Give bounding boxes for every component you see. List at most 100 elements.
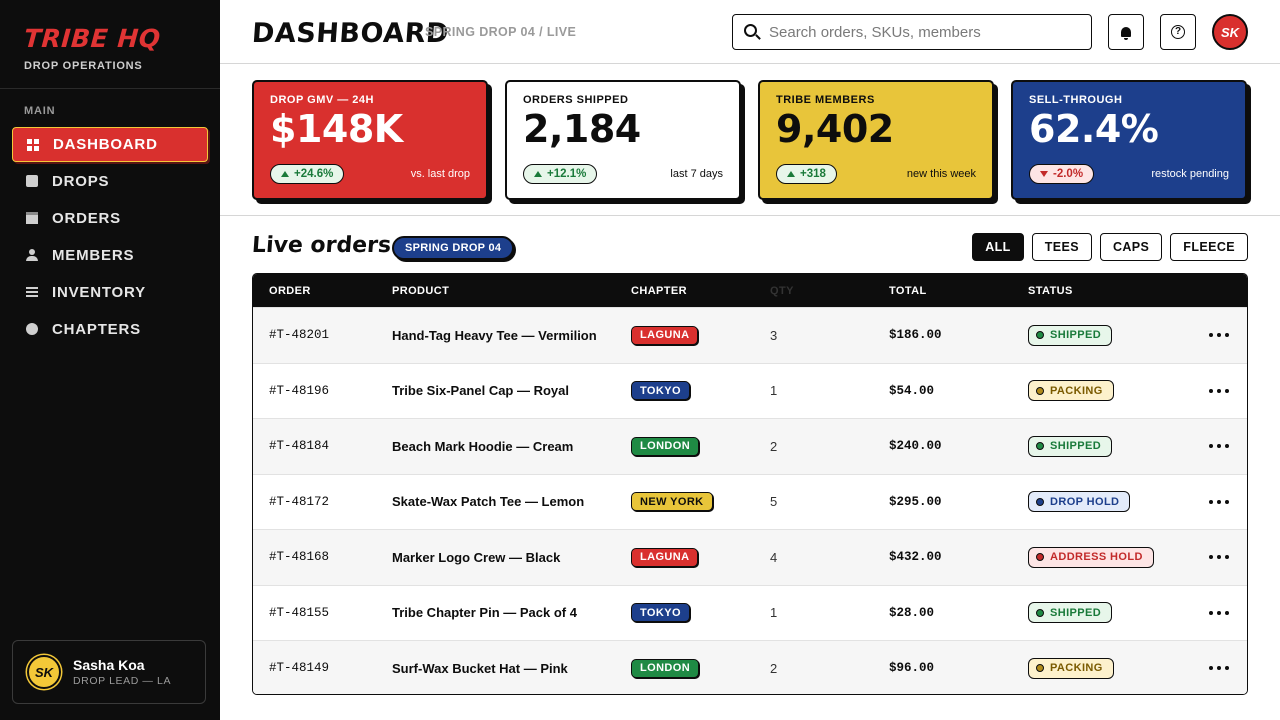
table-row[interactable]: #T-48196 Tribe Six-Panel Cap — Royal TOK… [253,362,1247,419]
status-label: SHIPPED [1050,440,1102,453]
product-name: Marker Logo Crew — Black [392,549,561,565]
kpi-card-orders-shipped[interactable]: ORDERS SHIPPED 2,184 +12.1% last 7 days [505,80,741,200]
order-total: $186.00 [889,328,942,343]
nav-section-label: MAIN [24,105,56,117]
quantity: 1 [770,605,778,621]
filter-all[interactable]: ALL [972,233,1024,261]
kpi-card-sell-through[interactable]: SELL-THROUGH 62.4% -2.0% restock pending [1011,80,1247,200]
order-id[interactable]: #T-48172 [253,495,392,509]
kpi-card-members[interactable]: TRIBE MEMBERS 9,402 +318 new this week [758,80,994,200]
chapter-badge: NEW YORK [631,492,713,512]
brand-logo[interactable]: TRIBE HQ [23,24,162,53]
more-options-icon[interactable] [1209,499,1229,504]
order-total: $96.00 [889,661,935,676]
search-icon [744,24,757,37]
status-dot-icon [1036,608,1044,617]
breadcrumb: SPRING DROP 04 / LIVE [425,25,577,39]
kpi-card-gmv[interactable]: DROP GMV — 24H $148K +24.6% vs. last dro… [252,80,488,200]
filter-tees[interactable]: TEES [1031,233,1092,261]
more-options-icon[interactable] [1209,610,1229,615]
sidebar-item-inventory[interactable]: INVENTORY [12,275,208,310]
kpi-delta-value: +12.1% [547,168,587,180]
kpi-delta: -2.0% [1029,164,1095,184]
kpi-row: DROP GMV — 24H $148K +24.6% vs. last dro… [252,80,1248,202]
status-badge: SHIPPED [1028,602,1113,624]
status-dot-icon [1036,553,1044,562]
status-badge: ADDRESS HOLD [1028,546,1154,568]
trend-down-icon [1040,171,1048,177]
notifications-button[interactable] [1108,14,1144,50]
kpi-value: 9,402 [776,107,894,151]
trend-up-icon [787,171,795,177]
user-avatar-button[interactable]: SK [1212,14,1248,50]
quantity: 5 [770,494,778,510]
column-header-total[interactable]: TOTAL [889,285,1028,297]
status-dot-icon [1036,386,1044,395]
chapter-badge: LONDON [631,436,700,456]
more-options-icon[interactable] [1209,555,1229,560]
order-total: $295.00 [889,494,942,509]
kpi-value: $148K [270,107,403,151]
quantity: 2 [770,660,778,676]
sidebar-item-drops[interactable]: DROPS [12,164,208,199]
more-options-icon[interactable] [1209,388,1229,393]
kpi-note: new this week [906,168,976,180]
sidebar-item-label: DROPS [52,173,110,190]
column-header-order[interactable]: ORDER [253,285,392,297]
table-row[interactable]: #T-48168 Marker Logo Crew — Black LAGUNA… [253,529,1247,585]
table-row[interactable]: #T-48184 Beach Mark Hoodie — Cream LONDO… [253,418,1247,474]
table-row[interactable]: #T-48149 Surf-Wax Bucket Hat — Pink LOND… [253,640,1247,694]
kpi-note: restock pending [1151,168,1229,180]
bag-icon [26,175,38,187]
order-id[interactable]: #T-48155 [253,606,392,620]
status-dot-icon [1036,442,1044,451]
brand-subtitle: DROP OPERATIONS [24,60,143,72]
sidebar-item-dashboard[interactable]: DASHBOARD [12,127,208,162]
kpi-label: SELL-THROUGH [1029,94,1123,106]
status-badge: SHIPPED [1028,435,1113,457]
filter-caps[interactable]: CAPS [1099,233,1163,261]
status-badge: PACKING [1028,380,1114,402]
order-total: $54.00 [889,383,935,398]
table-row[interactable]: #T-48172 Skate-Wax Patch Tee — Lemon NEW… [253,473,1247,530]
status-dot-icon [1036,497,1044,506]
order-id[interactable]: #T-48184 [253,439,392,453]
more-options-icon[interactable] [1209,666,1229,671]
table-row[interactable]: #T-48155 Tribe Chapter Pin — Pack of 4 T… [253,584,1247,641]
more-options-icon[interactable] [1209,333,1229,338]
sidebar-item-members[interactable]: MEMBERS [12,238,208,273]
more-options-icon[interactable] [1209,444,1229,449]
order-id[interactable]: #T-48201 [253,328,392,342]
column-header-product[interactable]: PRODUCT [392,285,631,297]
product-name: Beach Mark Hoodie — Cream [392,438,574,454]
order-id[interactable]: #T-48168 [253,550,392,564]
help-button[interactable]: ? [1160,14,1196,50]
search-box[interactable] [732,14,1092,50]
column-header-qty[interactable]: QTY [770,285,889,297]
order-total: $432.00 [889,550,942,565]
status-label: PACKING [1050,662,1103,675]
status-label: ADDRESS HOLD [1050,551,1143,564]
sidebar-item-chapters[interactable]: CHAPTERS [12,312,208,347]
order-id[interactable]: #T-48149 [253,661,392,675]
kpi-note: last 7 days [670,168,723,180]
column-header-chapter[interactable]: CHAPTER [631,285,770,297]
search-input[interactable] [769,23,1079,41]
column-header-status[interactable]: STATUS [1028,285,1178,297]
trend-up-icon [281,171,289,177]
order-id[interactable]: #T-48196 [253,384,392,398]
filter-fleece[interactable]: FLEECE [1170,233,1248,261]
sidebar-item-orders[interactable]: ORDERS [12,201,208,236]
user-card[interactable]: SK Sasha Koa DROP LEAD — LA [12,640,206,704]
sidebar-item-label: INVENTORY [52,284,146,301]
chapter-badge: TOKYO [631,603,690,623]
kpi-delta-value: +24.6% [294,168,334,180]
quantity: 3 [770,327,778,343]
product-name: Surf-Wax Bucket Hat — Pink [392,660,568,676]
kpi-label: DROP GMV — 24H [270,94,374,106]
product-name: Tribe Chapter Pin — Pack of 4 [392,605,577,621]
kpi-delta: +12.1% [523,164,598,184]
table-row[interactable]: #T-48201 Hand-Tag Heavy Tee — Vermilion … [253,307,1247,363]
page-title: DASHBOARD [250,18,450,49]
user-icon [26,249,38,261]
